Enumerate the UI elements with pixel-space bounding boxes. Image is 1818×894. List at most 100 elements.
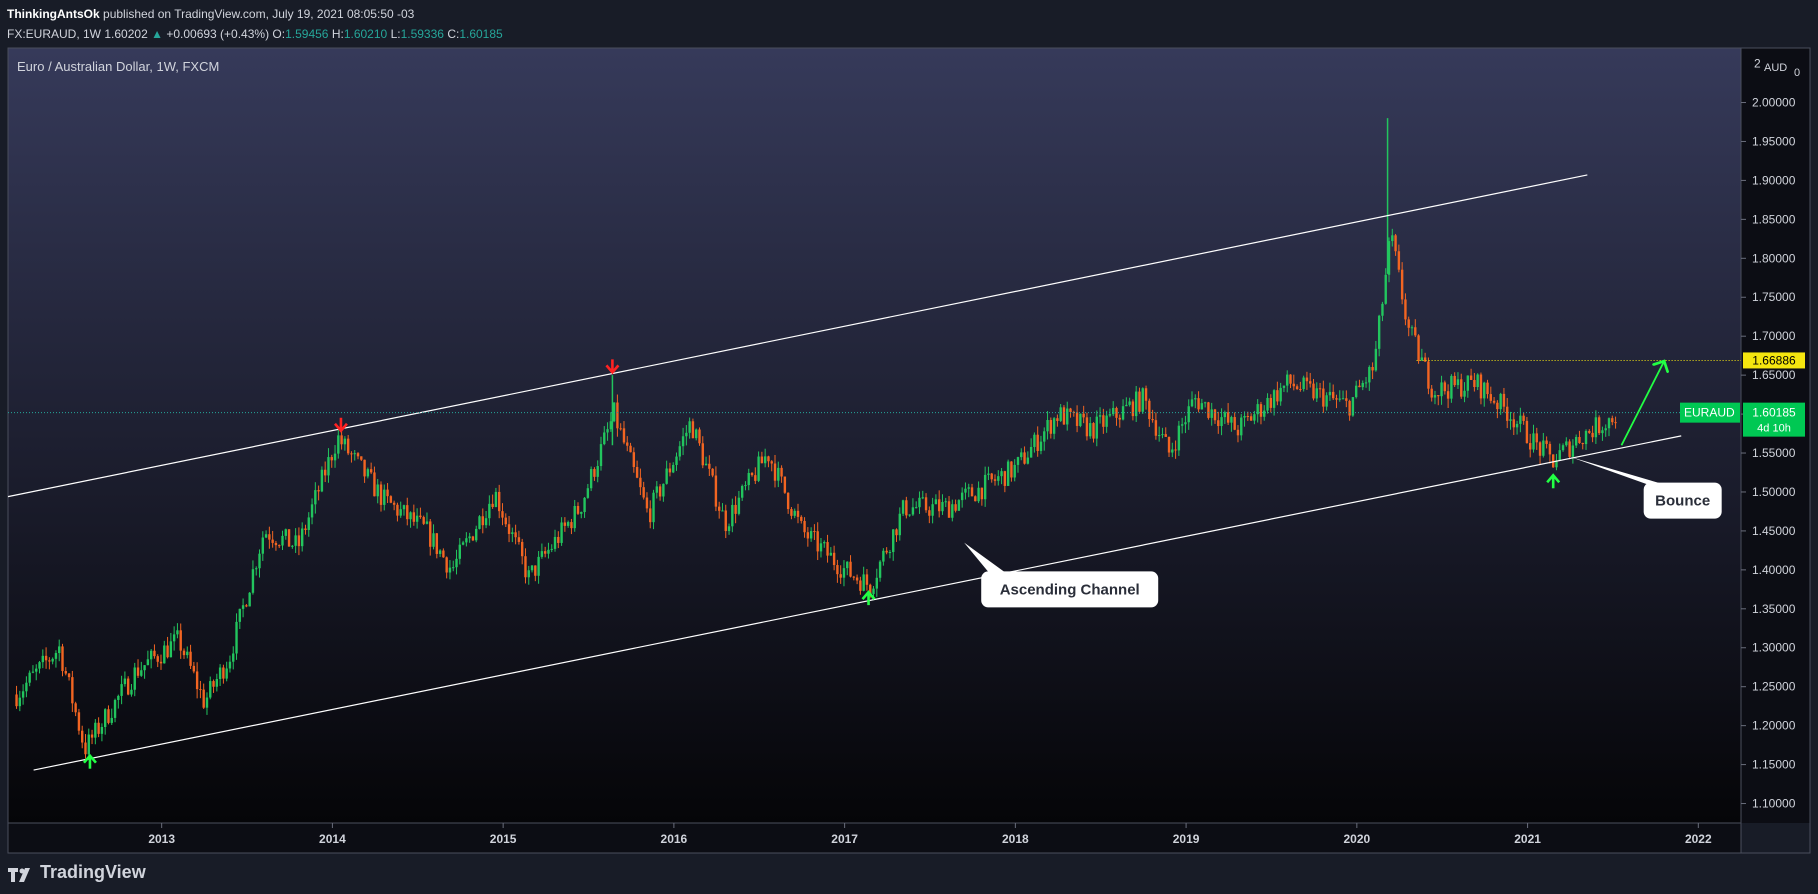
candle-body (1551, 454, 1555, 468)
candle-body (892, 529, 895, 553)
candle-body (603, 432, 606, 445)
candle-body (1400, 269, 1404, 300)
candle-body (1545, 440, 1548, 444)
candle-body (786, 492, 790, 510)
axis-menu-zero[interactable]: 0 (1794, 67, 1800, 79)
candle-body (1483, 382, 1486, 399)
candle-body (1049, 420, 1053, 434)
candle-body (1410, 327, 1414, 329)
candle-body (1187, 406, 1190, 423)
candle-body (1476, 374, 1479, 388)
candle-body (645, 497, 649, 509)
candle-body (1568, 441, 1571, 457)
candle-body (1052, 418, 1056, 434)
candle-body (1328, 391, 1332, 396)
candle-body (566, 522, 570, 526)
candle-body (1581, 442, 1584, 445)
candle-body (934, 499, 938, 505)
candle-body (458, 544, 462, 559)
candle-body (734, 504, 737, 514)
candle-body (340, 435, 343, 445)
candle-body (333, 453, 337, 461)
price-chart[interactable]: Euro / Australian Dollar, 1W, FXCM AUD 0… (0, 0, 1818, 894)
candle-body (678, 446, 681, 457)
price-tick-label: 1.90000 (1752, 173, 1796, 187)
candle-body (924, 497, 928, 511)
candle-body (747, 472, 750, 486)
candle-body (543, 551, 547, 554)
candle-body (1535, 433, 1538, 443)
candle-body (1125, 404, 1128, 407)
candle-body (350, 453, 353, 455)
tradingview-logo[interactable]: TradingView (8, 862, 146, 883)
candle-body (369, 469, 373, 473)
candle-body (691, 421, 695, 439)
time-tick-label: 2015 (490, 832, 517, 846)
candle-body (1157, 435, 1161, 437)
candle-body (1289, 374, 1292, 384)
candle-body (790, 509, 793, 516)
candle-body (271, 539, 274, 543)
candle-body (205, 697, 209, 708)
candle-body (120, 684, 123, 696)
candle-body (1571, 445, 1575, 457)
candle-body (964, 488, 967, 493)
candle-body (1043, 431, 1046, 442)
candle-body (87, 734, 90, 755)
price-tick-label: 1.35000 (1752, 602, 1796, 616)
candle-body (1486, 382, 1489, 395)
candle-body (1121, 406, 1125, 420)
candle-body (711, 468, 714, 476)
candle-body (1529, 443, 1532, 450)
candle-body (846, 561, 849, 569)
candle-body (688, 421, 691, 433)
candle-body (498, 491, 501, 512)
time-tick-label: 2017 (831, 832, 858, 846)
candle-body (245, 605, 248, 607)
candle-body (1056, 418, 1059, 421)
candle-body (1397, 251, 1401, 270)
candle-body (1611, 418, 1614, 423)
candle-body (665, 468, 668, 484)
candle-body (1512, 419, 1515, 428)
candle-body (202, 689, 205, 708)
price-tick-label: 1.45000 (1752, 524, 1796, 538)
candle-body (1542, 440, 1545, 456)
candle-body (1358, 385, 1361, 388)
candle-body (517, 537, 521, 542)
candle-body (1154, 420, 1158, 436)
tradingview-logo-icon (8, 866, 34, 882)
candle-body (310, 504, 314, 518)
candle-body (1384, 274, 1387, 304)
candle-body (527, 570, 530, 578)
candle-body (701, 443, 704, 466)
candle-body (1016, 457, 1020, 465)
candle-body (327, 457, 330, 476)
candle-body (1443, 382, 1447, 392)
candle-body (163, 645, 166, 664)
resistance-price-label: 1.66886 (1752, 353, 1796, 367)
candle-body (675, 456, 678, 465)
price-tick-label: 1.70000 (1752, 329, 1796, 343)
candle-body (806, 532, 810, 539)
candle-body (836, 565, 839, 575)
time-tick-label: 2013 (148, 832, 175, 846)
candle-body (1210, 409, 1213, 418)
candle-body (1272, 390, 1276, 408)
candle-body (1240, 417, 1243, 436)
candle-body (957, 500, 961, 511)
candle-body (951, 504, 954, 518)
candle-body (126, 678, 130, 695)
plot-background (8, 48, 1741, 823)
candle-body (64, 671, 67, 674)
candle-body (258, 553, 261, 569)
candle-body (488, 503, 491, 519)
candle-body (901, 500, 905, 514)
candle-body (553, 536, 557, 549)
candle-body (94, 722, 97, 738)
candle-body (507, 524, 511, 534)
candle-body (895, 529, 898, 536)
candle-body (622, 428, 626, 443)
candle-body (406, 505, 409, 520)
candle-body (1354, 385, 1358, 398)
